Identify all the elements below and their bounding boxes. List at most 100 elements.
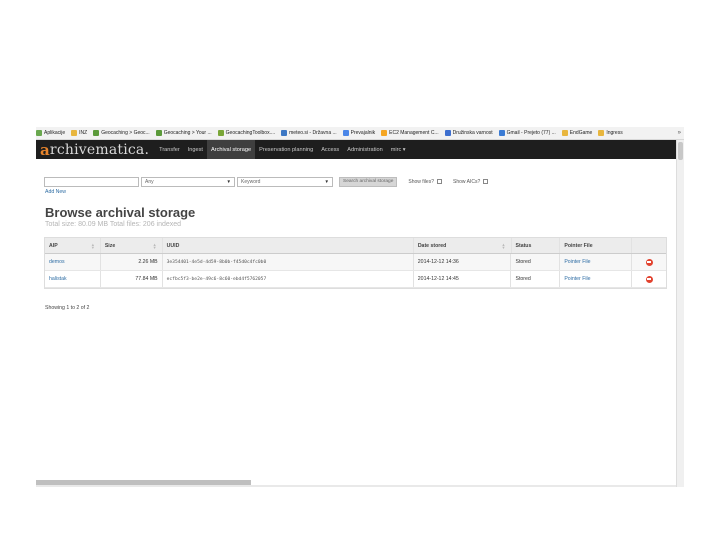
folder-icon [71, 130, 78, 136]
geocaching-icon [155, 130, 162, 136]
aip-name-link[interactable]: halistak [49, 276, 67, 282]
column-header-status[interactable]: Status [512, 238, 561, 253]
dropdown-caret-icon: ▼ [226, 179, 231, 184]
apps-icon [36, 130, 42, 136]
search-form: Any ▼ Keyword ▼ Search archival storage Sh… [44, 176, 489, 187]
column-header-label: Date stored [417, 242, 447, 249]
horizontal-scroll-track [36, 485, 676, 487]
bookmark-label: Družinska varnost [452, 130, 493, 136]
query-type-select[interactable]: Keyword ▼ [237, 176, 333, 187]
page-subtitle: Total size: 80.09 MB Total files: 206 in… [45, 221, 182, 228]
column-header-label: Pointer File [564, 242, 593, 249]
date-cell: 2014-12-12 14:36 [414, 254, 512, 270]
pointer-cell: Pointer File [560, 254, 633, 270]
archivematica-logo[interactable]: a rchivematica. [40, 141, 149, 159]
logo-letter: a [40, 140, 50, 159]
pointer-file-link[interactable]: Pointer File [564, 259, 590, 265]
nav-preservation-planning[interactable]: Preservation planning [255, 140, 317, 159]
search-button[interactable]: Search archival storage [339, 176, 398, 187]
delete-icon[interactable] [645, 258, 653, 266]
show-aics-checkbox[interactable] [483, 179, 489, 184]
sort-icon: ▲ ▼ [501, 241, 506, 250]
aip-name-cell: demos [45, 254, 101, 270]
date-cell: 2014-12-12 14:45 [414, 271, 512, 287]
bookmark-label: Aplikacije [44, 130, 66, 136]
show-files-option[interactable]: Show files? [408, 179, 442, 185]
bookmark-label: Ingress [606, 130, 623, 136]
bookmark-item[interactable]: Geocaching > Your ... [155, 130, 212, 136]
column-header-size[interactable]: Size ▲ ▼ [101, 238, 163, 253]
field-select[interactable]: Any ▼ [141, 176, 235, 187]
size-cell: 77.84 MB [101, 271, 163, 287]
status-cell: Stored [511, 271, 561, 287]
geocaching-icon [93, 130, 100, 136]
table-header: AIP ▲ ▼ Size ▲ ▼ UUID Date stored ▲ ▼ Status P… [45, 238, 666, 254]
field-select-value: Any [145, 178, 154, 185]
column-header-label: AIP [49, 242, 58, 249]
bookmark-item[interactable]: Geocaching > Geoc... [93, 130, 150, 136]
pointer-cell: Pointer File [560, 271, 633, 287]
logo-text: rchivematica. [49, 141, 150, 158]
pointer-file-link[interactable]: Pointer File [564, 276, 590, 282]
bookmark-item[interactable]: Gmail - Prejeto (77) ... [498, 130, 556, 136]
bookmark-label: EC2 Management C... [389, 130, 439, 136]
column-header-actions [632, 238, 666, 253]
bookmark-item[interactable]: EndGame [561, 130, 593, 136]
bookmark-label: GeocachingToolbox.... [225, 130, 276, 136]
sort-icon: ▲ ▼ [152, 241, 157, 250]
bookmark-label: Gmail - Prejeto (77) ... [506, 130, 556, 136]
column-header-uuid[interactable]: UUID [163, 238, 414, 253]
browser-screenshot: Aplikacije INZ Geocaching > Geoc... Geoc… [36, 127, 684, 487]
bookmark-item[interactable]: Prevajalnik [342, 130, 375, 136]
delete-cell [632, 254, 666, 270]
bookmark-item[interactable]: EC2 Management C... [381, 130, 439, 136]
translate-icon [342, 130, 349, 136]
column-header-label: Size [104, 242, 116, 249]
vertical-scrollbar[interactable] [676, 140, 684, 487]
gmail-icon [498, 130, 505, 136]
bookmark-item[interactable]: Družinska varnost [444, 130, 493, 136]
dropdown-caret-icon: ▼ [324, 179, 329, 184]
nav-administration[interactable]: Administration [343, 140, 386, 159]
nav-menu: Transfer Ingest Archival storage Preserv… [155, 140, 410, 159]
folder-icon [561, 130, 568, 136]
bookmark-item[interactable]: Ingress [598, 130, 623, 136]
page-title: Browse archival storage [45, 205, 196, 220]
nav-ingest[interactable]: Ingest [184, 140, 207, 159]
table-info: Showing 1 to 2 of 2 [45, 305, 90, 311]
show-aics-option[interactable]: Show AICs? [452, 178, 489, 185]
uuid-cell: 3e354401-4e5d-4d59-8b0b-f45d0c4fc0b0 [163, 254, 414, 270]
show-files-label: Show files? [408, 178, 434, 185]
toolbox-icon [217, 130, 224, 136]
aip-name-link[interactable]: demos [49, 259, 65, 265]
nav-access[interactable]: Access [317, 140, 343, 159]
delete-cell [632, 271, 666, 287]
bookmark-item[interactable]: GeocachingToolbox.... [217, 130, 276, 136]
column-header-pointer[interactable]: Pointer File [560, 238, 633, 253]
sort-icon: ▲ ▼ [90, 241, 95, 250]
table-row: halistak 77.84 MB ecfbc5f3-be2e-49c6-8c6… [45, 271, 666, 288]
bookmark-item[interactable]: meteo.si - Državna ... [281, 130, 337, 136]
user-menu[interactable]: mirc ▾ [387, 140, 410, 159]
bookmark-item[interactable]: INZ [71, 130, 87, 136]
bookmarks-bar: Aplikacije INZ Geocaching > Geoc... Geoc… [36, 127, 684, 140]
delete-icon[interactable] [645, 275, 653, 283]
show-files-checkbox[interactable] [436, 179, 442, 184]
delete-icon-bar [647, 278, 652, 280]
bookmarks-overflow-button[interactable]: » [678, 130, 681, 136]
bookmark-label: EndGame [569, 130, 593, 136]
show-aics-label: Show AICs? [452, 178, 481, 185]
search-input[interactable] [44, 176, 139, 187]
nav-transfer[interactable]: Transfer [155, 140, 184, 159]
scrollbar-thumb[interactable] [678, 142, 683, 160]
bookmark-label: INZ [79, 130, 88, 136]
query-type-value: Keyword [241, 178, 261, 185]
add-new-link[interactable]: Add New [45, 189, 66, 195]
size-cell: 2.26 MB [101, 254, 163, 270]
aip-table: AIP ▲ ▼ Size ▲ ▼ UUID Date stored ▲ ▼ Status P… [44, 237, 667, 289]
nav-archival-storage[interactable]: Archival storage [206, 140, 256, 159]
column-header-aip[interactable]: AIP ▲ ▼ [45, 238, 101, 253]
column-header-date[interactable]: Date stored ▲ ▼ [414, 238, 512, 253]
family-icon [444, 130, 451, 136]
bookmark-item[interactable]: Aplikacije [36, 130, 65, 136]
